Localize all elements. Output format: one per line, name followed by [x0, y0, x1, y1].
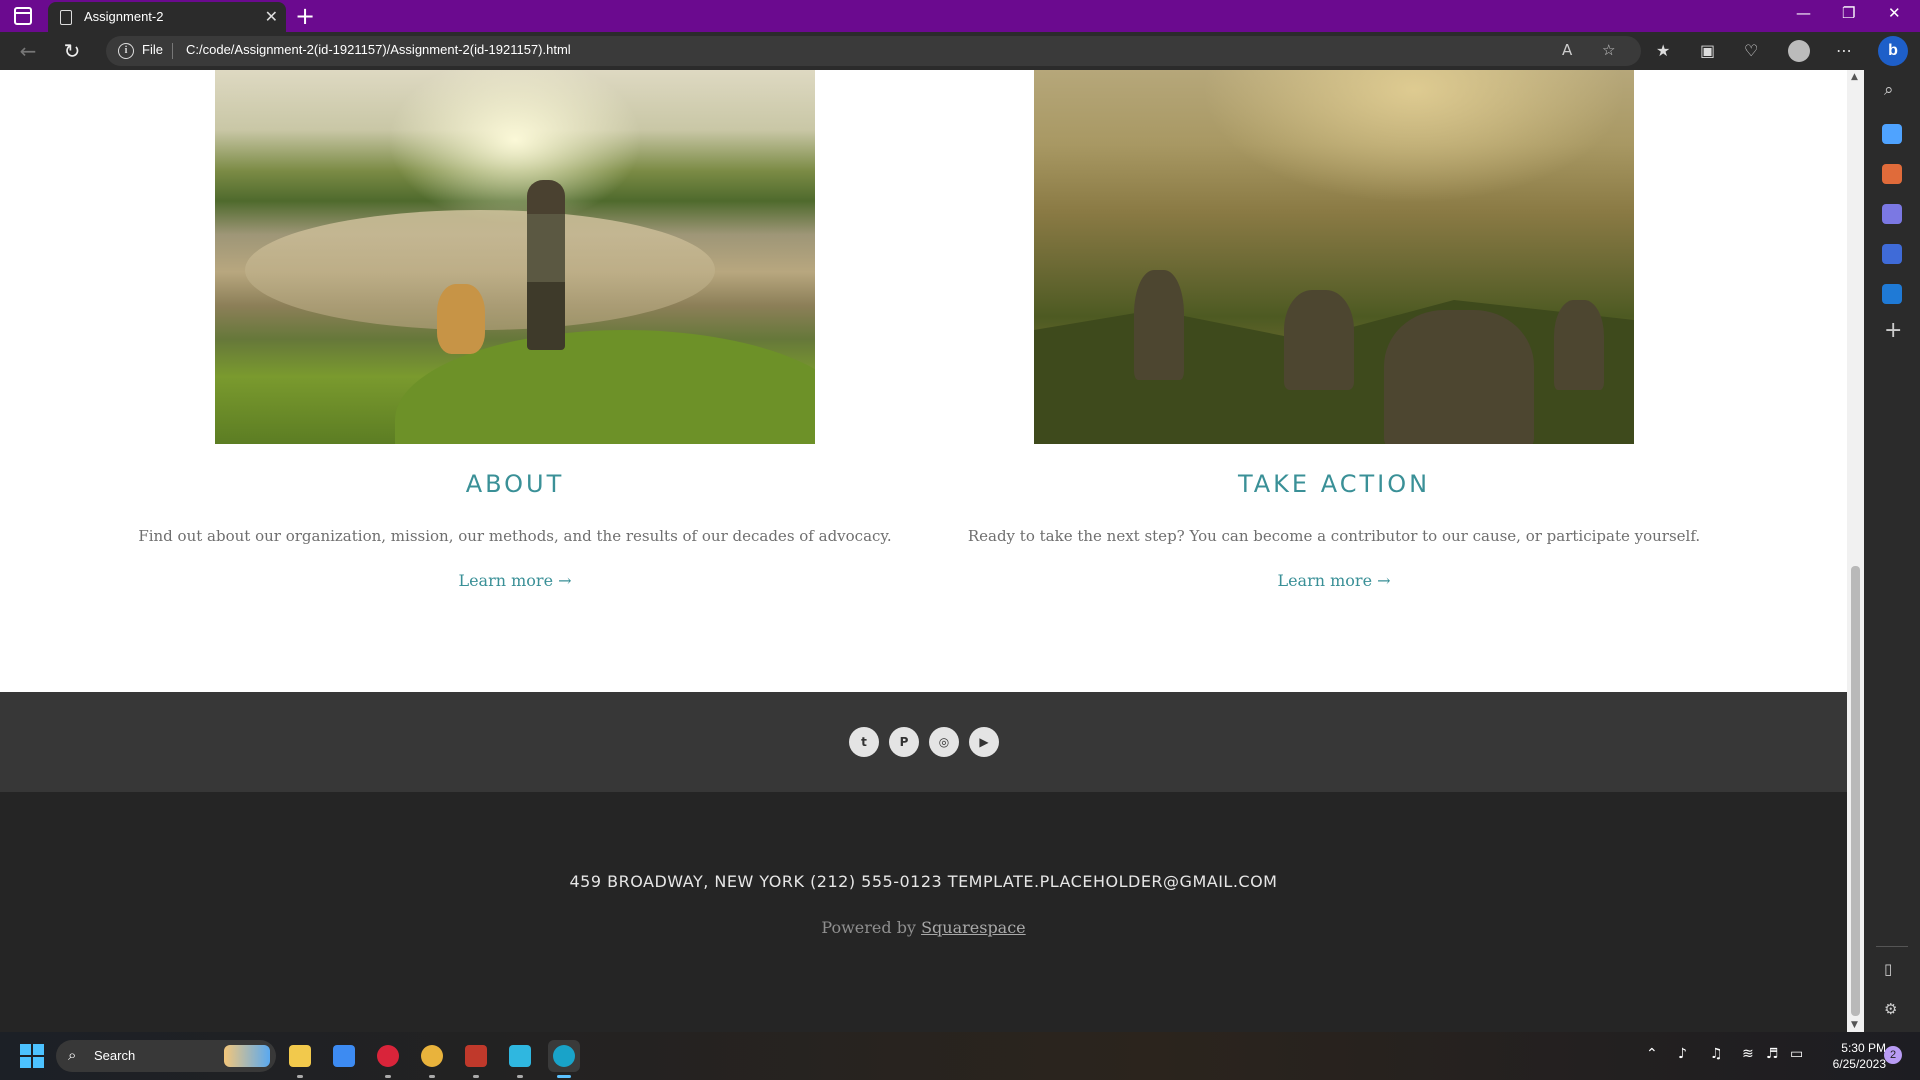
sidebar-search-icon[interactable]: ⌕: [1884, 80, 1894, 100]
notification-badge[interactable]: 2: [1884, 1046, 1902, 1064]
tab-title: Assignment-2: [84, 9, 164, 24]
add-sidebar-app-icon[interactable]: +: [1884, 318, 1902, 343]
take-action-description: Ready to take the next step? You can bec…: [967, 527, 1701, 545]
bing-chat-icon[interactable]: b: [1878, 36, 1908, 66]
tab-close-icon[interactable]: ✕: [265, 7, 278, 26]
rock-spire-1: [1134, 270, 1184, 380]
browser-essentials-icon[interactable]: ♡: [1744, 41, 1758, 60]
show-hidden-icons-icon[interactable]: ⌃: [1646, 1046, 1658, 1062]
search-highlight-art: [224, 1045, 270, 1067]
instagram-icon[interactable]: ◎: [929, 727, 959, 757]
pinterest-icon[interactable]: P: [889, 727, 919, 757]
squarespace-link[interactable]: Squarespace: [921, 918, 1026, 937]
about-learn-more-link[interactable]: Learn more →: [215, 571, 815, 590]
rock-spire-2: [1284, 290, 1354, 390]
address-bar[interactable]: i File C:/code/Assignment-2(id-1921157)/…: [106, 36, 1641, 66]
browser-titlebar: Assignment-2 ✕ + — ❐ ✕: [0, 0, 1920, 32]
close-window-button[interactable]: ✕: [1888, 4, 1901, 22]
search-icon: ⌕: [68, 1046, 77, 1064]
file-explorer-icon[interactable]: [284, 1040, 316, 1078]
sidebar-settings-gear-icon[interactable]: ⚙: [1884, 1000, 1897, 1018]
take-action-heading: TAKE ACTION: [1237, 470, 1431, 498]
favorites-icon[interactable]: ★: [1656, 41, 1670, 60]
clock-time: 5:30 PM: [1841, 1041, 1886, 1055]
split-screen-icon[interactable]: ▯: [1884, 960, 1892, 978]
wifi-icon[interactable]: ≋: [1742, 1046, 1754, 1062]
page-scrollbar[interactable]: ▲ ▼: [1847, 70, 1864, 1032]
page-viewport: ABOUT Find out about our organization, m…: [0, 70, 1847, 1032]
take-action-learn-more-link[interactable]: Learn more →: [1034, 571, 1634, 590]
volume-icon[interactable]: ♬: [1766, 1046, 1779, 1062]
tab-actions-icon[interactable]: [14, 7, 32, 25]
new-tab-button[interactable]: +: [295, 2, 315, 30]
about-heading: ABOUT: [465, 470, 565, 498]
info-icon[interactable]: i: [118, 43, 134, 59]
scroll-thumb[interactable]: [1851, 566, 1860, 1016]
hiker-figure: [527, 180, 565, 350]
office-icon[interactable]: [1882, 244, 1902, 264]
games-icon[interactable]: [1882, 204, 1902, 224]
powered-by-label: Powered by: [821, 918, 916, 937]
taskbar-search-label: Search: [94, 1048, 136, 1063]
dog-figure: [437, 284, 485, 354]
read-aloud-icon[interactable]: A: [1562, 41, 1572, 59]
opera-browser-icon[interactable]: [372, 1040, 404, 1078]
back-arrow-icon[interactable]: ←: [14, 37, 42, 65]
clock-date: 6/25/2023: [1832, 1057, 1886, 1071]
page-icon: [60, 10, 72, 25]
more-menu-icon[interactable]: ⋯: [1836, 41, 1852, 60]
footer-contact: 459 BROADWAY, NEW YORK (212) 555-0123 TE…: [569, 872, 1278, 891]
outlook-icon[interactable]: [1882, 284, 1902, 304]
scroll-up-arrow-icon[interactable]: ▲: [1851, 72, 1858, 82]
rock-spire-4: [1554, 300, 1604, 390]
browser-toolbar: ← ↻ i File C:/code/Assignment-2(id-19211…: [0, 32, 1920, 70]
taskbar-search[interactable]: ⌕ Search: [56, 1040, 276, 1072]
microsoft-store-icon[interactable]: [328, 1040, 360, 1072]
windows-start-icon[interactable]: [20, 1044, 44, 1068]
vpn-shield-icon[interactable]: [504, 1040, 536, 1078]
mountain-peaks-photo: [1034, 70, 1634, 444]
favorite-star-icon[interactable]: ☆: [1602, 41, 1615, 59]
hiker-with-dog-photo: [215, 70, 815, 444]
twitter-icon[interactable]: t: [849, 727, 879, 757]
profile-avatar[interactable]: [1788, 40, 1810, 62]
browser-tab[interactable]: Assignment-2 ✕: [48, 2, 286, 32]
collections-icon[interactable]: ▣: [1700, 41, 1715, 60]
chrome-browser-icon[interactable]: [416, 1040, 448, 1078]
edge-browser-icon[interactable]: [548, 1040, 580, 1078]
rock-spire-3: [1384, 310, 1534, 444]
mic-muted-icon[interactable]: ♪: [1678, 1046, 1687, 1062]
sidebar-divider: [1876, 946, 1908, 947]
address-scheme: File: [142, 42, 163, 57]
about-description: Find out about our organization, mission…: [138, 527, 892, 545]
url-text[interactable]: C:/code/Assignment-2(id-1921157)/Assignm…: [186, 42, 571, 57]
social-links-bar: t P ◎ ▶: [0, 692, 1847, 792]
taskbar-clock[interactable]: 5:30 PM 6/25/2023: [1806, 1040, 1886, 1072]
restore-button[interactable]: ❐: [1842, 4, 1855, 22]
footer-powered-by: Powered by Squarespace: [0, 918, 1847, 937]
battery-icon[interactable]: ▭: [1790, 1046, 1803, 1062]
scroll-down-arrow-icon[interactable]: ▼: [1851, 1020, 1858, 1030]
youtube-icon[interactable]: ▶: [969, 727, 999, 757]
windows-taskbar: ⌕ Search ⌃ ♪ ♫ ≋ ♬ ▭ 5:30 PM 6/25/2023 2: [0, 1032, 1920, 1080]
edge-sidebar: ⌕ + ▯ ⚙: [1864, 70, 1920, 1032]
site-footer: 459 BROADWAY, NEW YORK (212) 555-0123 TE…: [0, 792, 1847, 1032]
refresh-icon[interactable]: ↻: [58, 37, 86, 65]
code-editor-icon[interactable]: [460, 1040, 492, 1078]
microphone-icon[interactable]: ♫: [1710, 1046, 1723, 1062]
shopping-tag-icon[interactable]: [1882, 124, 1902, 144]
tools-briefcase-icon[interactable]: [1882, 164, 1902, 184]
minimize-button[interactable]: —: [1796, 4, 1811, 22]
address-divider: [172, 43, 173, 59]
